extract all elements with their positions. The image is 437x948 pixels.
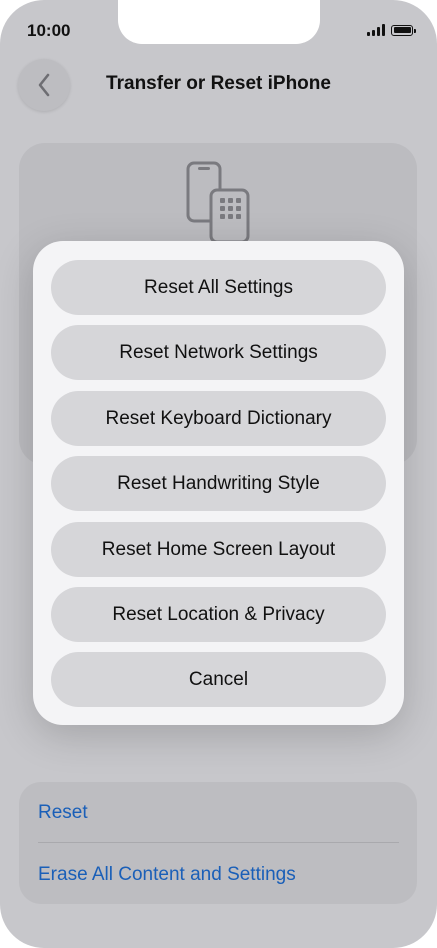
cancel-button[interactable]: Cancel (51, 652, 386, 707)
reset-keyboard-dictionary-button[interactable]: Reset Keyboard Dictionary (51, 391, 386, 446)
reset-home-screen-layout-button[interactable]: Reset Home Screen Layout (51, 522, 386, 577)
page-title: Transfer or Reset iPhone (106, 73, 331, 94)
reset-network-settings-button[interactable]: Reset Network Settings (51, 325, 386, 380)
status-time: 10:00 (27, 21, 71, 40)
phone-screen: 10:00 Transfer or Reset iPhone Reset Era… (0, 0, 437, 948)
reset-action-sheet: Reset All Settings Reset Network Setting… (33, 241, 404, 725)
signal-icon (367, 24, 385, 36)
devices-icon (186, 161, 250, 242)
reset-link[interactable]: Reset (38, 802, 88, 824)
status-icons (367, 24, 416, 36)
reset-all-settings-button[interactable]: Reset All Settings (51, 260, 386, 315)
notch (118, 0, 320, 44)
reset-options-list: Reset Erase All Content and Settings (19, 782, 417, 904)
erase-all-content-link[interactable]: Erase All Content and Settings (38, 864, 296, 886)
divider (38, 842, 399, 843)
reset-handwriting-style-button[interactable]: Reset Handwriting Style (51, 456, 386, 511)
reset-location-privacy-button[interactable]: Reset Location & Privacy (51, 587, 386, 642)
battery-icon (391, 24, 416, 36)
